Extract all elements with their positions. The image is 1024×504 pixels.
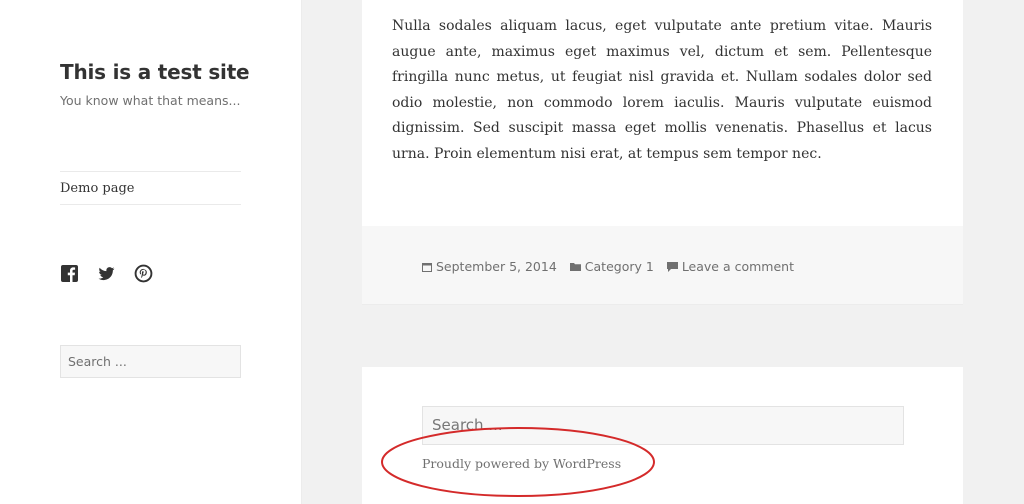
facebook-icon[interactable]: [60, 264, 79, 283]
main-navigation: Demo page: [60, 171, 241, 205]
comment-icon: [666, 261, 678, 272]
social-links: [60, 264, 153, 283]
post-content: Nulla sodales aliquam lacus, eget vulput…: [362, 0, 963, 226]
sidebar-search-input[interactable]: Search ...: [60, 345, 241, 378]
site-description: You know what that means...: [60, 93, 241, 108]
category-link[interactable]: Category 1: [569, 259, 654, 274]
entry-meta: September 5, 2014 Category 1 Leave a com…: [422, 259, 807, 274]
site-title[interactable]: This is a test site: [60, 60, 250, 84]
nav-item-demo-page[interactable]: Demo page: [60, 181, 135, 196]
post-category[interactable]: Category 1: [585, 259, 654, 274]
sidebar: This is a test site You know what that m…: [0, 0, 302, 504]
leave-comment-link[interactable]: Leave a comment: [682, 259, 794, 274]
folder-icon: [569, 263, 581, 271]
twitter-icon[interactable]: [97, 264, 116, 283]
post-body: Nulla sodales aliquam lacus, eget vulput…: [392, 18, 932, 162]
posted-on[interactable]: September 5, 2014: [422, 259, 557, 274]
post-date[interactable]: September 5, 2014: [436, 259, 557, 274]
comments-link[interactable]: Leave a comment: [666, 259, 794, 274]
calendar-icon: [422, 262, 432, 272]
red-annotation-ellipse: [381, 427, 655, 497]
post-meta-footer: September 5, 2014 Category 1 Leave a com…: [362, 226, 963, 305]
pinterest-icon[interactable]: [134, 264, 153, 283]
